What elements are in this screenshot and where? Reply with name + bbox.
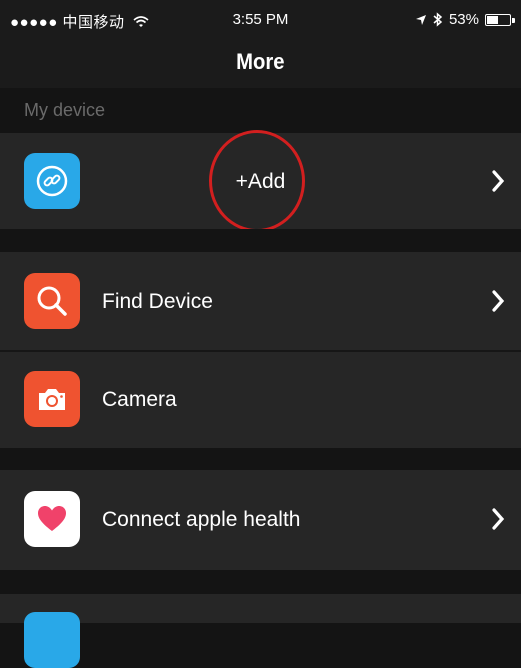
battery-icon <box>485 13 515 26</box>
battery-percent: 53% <box>448 11 479 28</box>
search-icon <box>24 273 80 329</box>
status-right: 53% <box>415 11 515 28</box>
find-device-row[interactable]: Find Device <box>0 252 521 350</box>
bluetooth-icon <box>433 12 443 27</box>
camera-icon <box>24 371 80 427</box>
status-bar: ●●●●● 中国移动 3:55 PM 53% <box>0 0 521 40</box>
nav-bar: More <box>0 40 521 88</box>
partial-row[interactable] <box>0 594 521 668</box>
section-gap <box>0 229 521 252</box>
camera-label: Camera <box>102 388 177 411</box>
location-arrow-icon <box>415 14 426 25</box>
section-header-my-device: My device <box>0 88 521 133</box>
battery-fill <box>487 15 498 24</box>
find-device-label: Find Device <box>102 290 213 313</box>
highlight-circle <box>209 130 305 232</box>
apple-health-label: Connect apple health <box>102 508 301 531</box>
heart-icon <box>24 491 80 547</box>
section-gap <box>0 448 521 470</box>
camera-row[interactable]: Camera <box>0 352 521 448</box>
app-icon <box>24 612 80 668</box>
chevron-right-icon <box>492 170 505 192</box>
chevron-right-icon <box>492 508 505 530</box>
page-title: More <box>236 49 285 74</box>
section-gap <box>0 570 521 594</box>
section-header-label: My device <box>24 100 106 120</box>
apple-health-row[interactable]: Connect apple health <box>0 470 521 570</box>
chevron-right-icon <box>492 290 505 312</box>
